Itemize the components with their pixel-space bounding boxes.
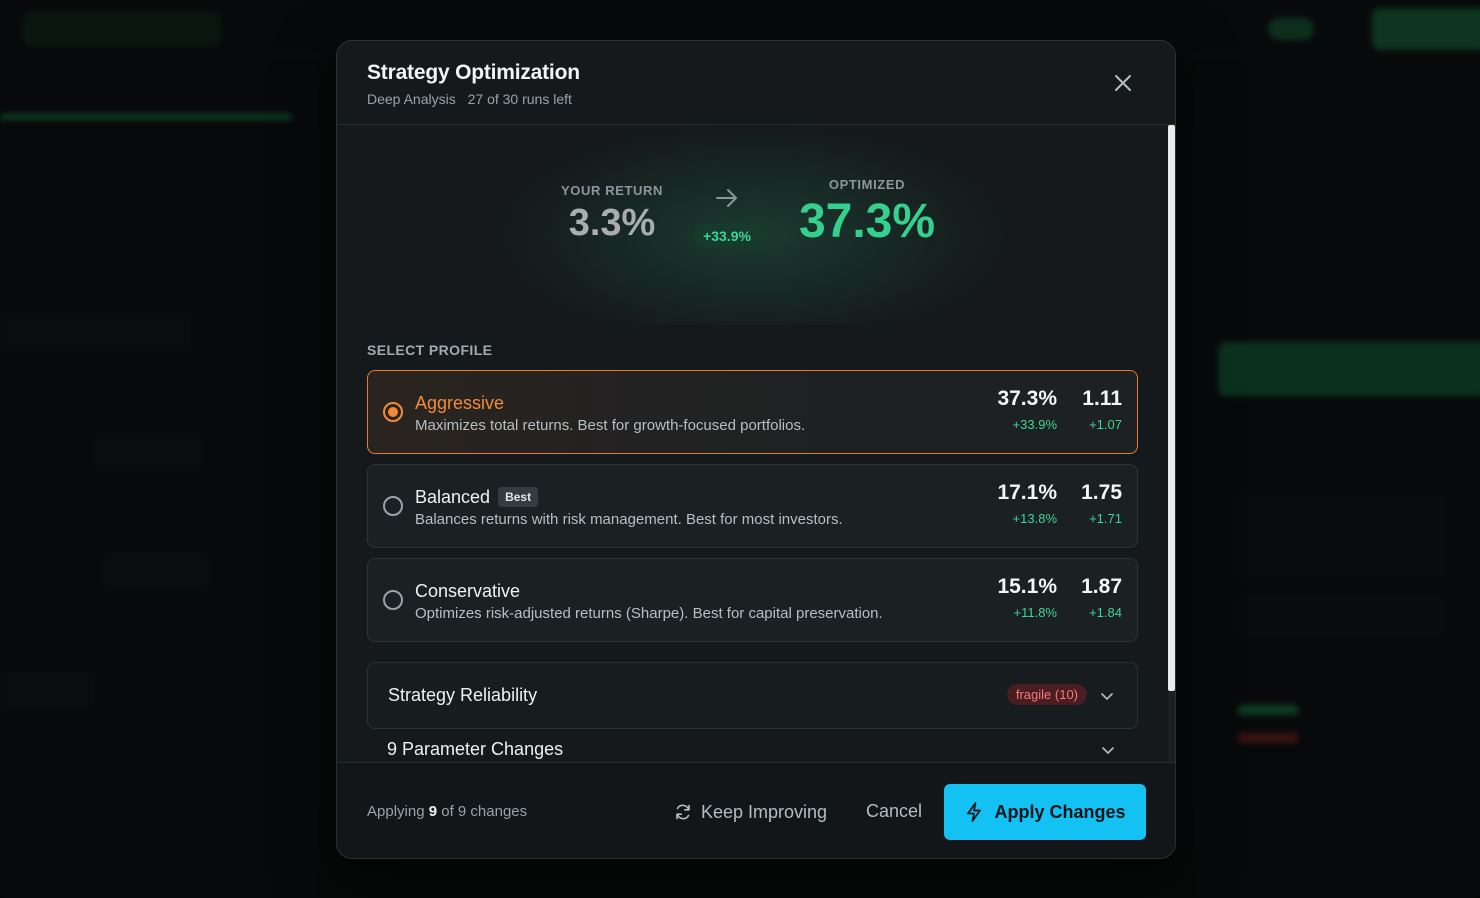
refresh-icon xyxy=(676,804,690,820)
analysis-mode: Deep Analysis xyxy=(367,91,456,107)
sharpe-metric: 1.11 +1.07 xyxy=(1062,387,1122,432)
optimized-label: OPTIMIZED xyxy=(828,177,906,192)
apply-changes-button[interactable]: Apply Changes xyxy=(944,784,1146,840)
accordion-title: Strategy Reliability xyxy=(388,685,538,705)
profile-name: Conservative xyxy=(415,581,521,601)
modal-body: YOUR RETURN 3.3% +33.9% OPTIMIZED 37.3% … xyxy=(337,125,1169,762)
sharpe-metric: 1.75 +1.71 xyxy=(1062,481,1122,526)
apply-changes-label: Apply Changes xyxy=(994,801,1126,822)
profile-aggressive[interactable]: Aggressive Maximizes total returns. Best… xyxy=(367,370,1138,454)
modal-footer: Applying 9 of 9 changes Keep Improving C… xyxy=(337,762,1175,858)
strategy-reliability-accordion[interactable]: Strategy Reliability fragile (10) xyxy=(367,662,1138,729)
profile-name: Balanced xyxy=(415,487,491,507)
return-comparison: YOUR RETURN 3.3% +33.9% OPTIMIZED 37.3% xyxy=(337,125,1169,325)
return-value: 17.1% xyxy=(997,481,1057,504)
close-icon xyxy=(1115,75,1131,91)
return-delta: +33.9% xyxy=(1012,417,1057,432)
scrollbar-thumb[interactable] xyxy=(1168,125,1175,691)
chevron-down-icon xyxy=(1101,693,1113,700)
lightning-icon xyxy=(967,802,982,822)
strategy-optimization-modal: Strategy Optimization Deep Analysis 27 o… xyxy=(336,40,1176,859)
radio-unselected[interactable] xyxy=(383,590,403,610)
sharpe-metric: 1.87 +1.84 xyxy=(1062,575,1122,620)
keep-improving-label: Keep Improving xyxy=(701,801,828,822)
return-metric: 15.1% +11.8% xyxy=(967,575,1057,620)
return-metric: 17.1% +13.8% xyxy=(967,481,1057,526)
close-button[interactable] xyxy=(1111,71,1135,95)
profile-description: Balances returns with risk management. B… xyxy=(415,511,843,528)
optimized-return: OPTIMIZED 37.3% xyxy=(777,177,957,249)
reliability-badge: fragile (10) xyxy=(1006,684,1087,705)
profile-conservative[interactable]: Conservative Optimizes risk-adjusted ret… xyxy=(367,558,1138,642)
modal-title: Strategy Optimization xyxy=(367,61,580,84)
your-return-value: 3.3% xyxy=(568,202,656,244)
select-profile-heading: SELECT PROFILE xyxy=(367,342,493,358)
sharpe-delta: +1.71 xyxy=(1089,511,1122,526)
sharpe-delta: +1.07 xyxy=(1089,417,1122,432)
return-delta: +13.8% xyxy=(1012,511,1057,526)
your-return: YOUR RETURN 3.3% xyxy=(547,183,677,245)
keep-improving-button[interactable]: Keep Improving xyxy=(673,799,827,825)
applying-summary: Applying 9 of 9 changes xyxy=(367,803,527,820)
radio-unselected[interactable] xyxy=(383,496,403,516)
modal-header: Strategy Optimization Deep Analysis 27 o… xyxy=(337,41,1175,125)
applying-prefix: Applying xyxy=(367,803,425,820)
improvement-badge: +33.9% xyxy=(693,224,761,248)
applying-suffix: of 9 changes xyxy=(441,803,528,820)
return-value: 37.3% xyxy=(997,387,1057,410)
radio-selected[interactable] xyxy=(383,402,403,422)
chevron-down-icon xyxy=(1102,747,1114,754)
best-badge: Best xyxy=(498,487,539,507)
sharpe-value: 1.11 xyxy=(1082,387,1122,410)
profile-balanced[interactable]: Balanced Best Balances returns with risk … xyxy=(367,464,1138,548)
optimized-value: 37.3% xyxy=(798,195,936,248)
your-return-label: YOUR RETURN xyxy=(561,183,663,198)
modal-subtitle: Deep Analysis 27 of 30 runs left xyxy=(367,91,572,107)
sharpe-value: 1.87 xyxy=(1081,575,1122,598)
improvement: +33.9% xyxy=(689,187,765,248)
profile-name: Aggressive xyxy=(415,393,505,413)
sharpe-delta: +1.84 xyxy=(1089,605,1122,620)
arrow-right-icon xyxy=(716,189,737,207)
sharpe-value: 1.75 xyxy=(1081,481,1122,504)
return-metric: 37.3% +33.9% xyxy=(967,387,1057,432)
return-delta: +11.8% xyxy=(1013,605,1058,620)
profile-name-row: Balanced Best xyxy=(415,487,539,508)
profile-description: Optimizes risk-adjusted returns (Sharpe)… xyxy=(415,605,883,622)
parameter-changes-accordion[interactable]: 9 Parameter Changes xyxy=(367,727,1138,762)
applying-count: 9 xyxy=(428,803,438,820)
cancel-button[interactable]: Cancel xyxy=(866,801,922,822)
return-value: 15.1% xyxy=(997,575,1057,598)
profile-description: Maximizes total returns. Best for growth… xyxy=(415,417,806,434)
runs-left: 27 of 30 runs left xyxy=(467,91,572,107)
accordion-title: 9 Parameter Changes xyxy=(387,739,564,759)
